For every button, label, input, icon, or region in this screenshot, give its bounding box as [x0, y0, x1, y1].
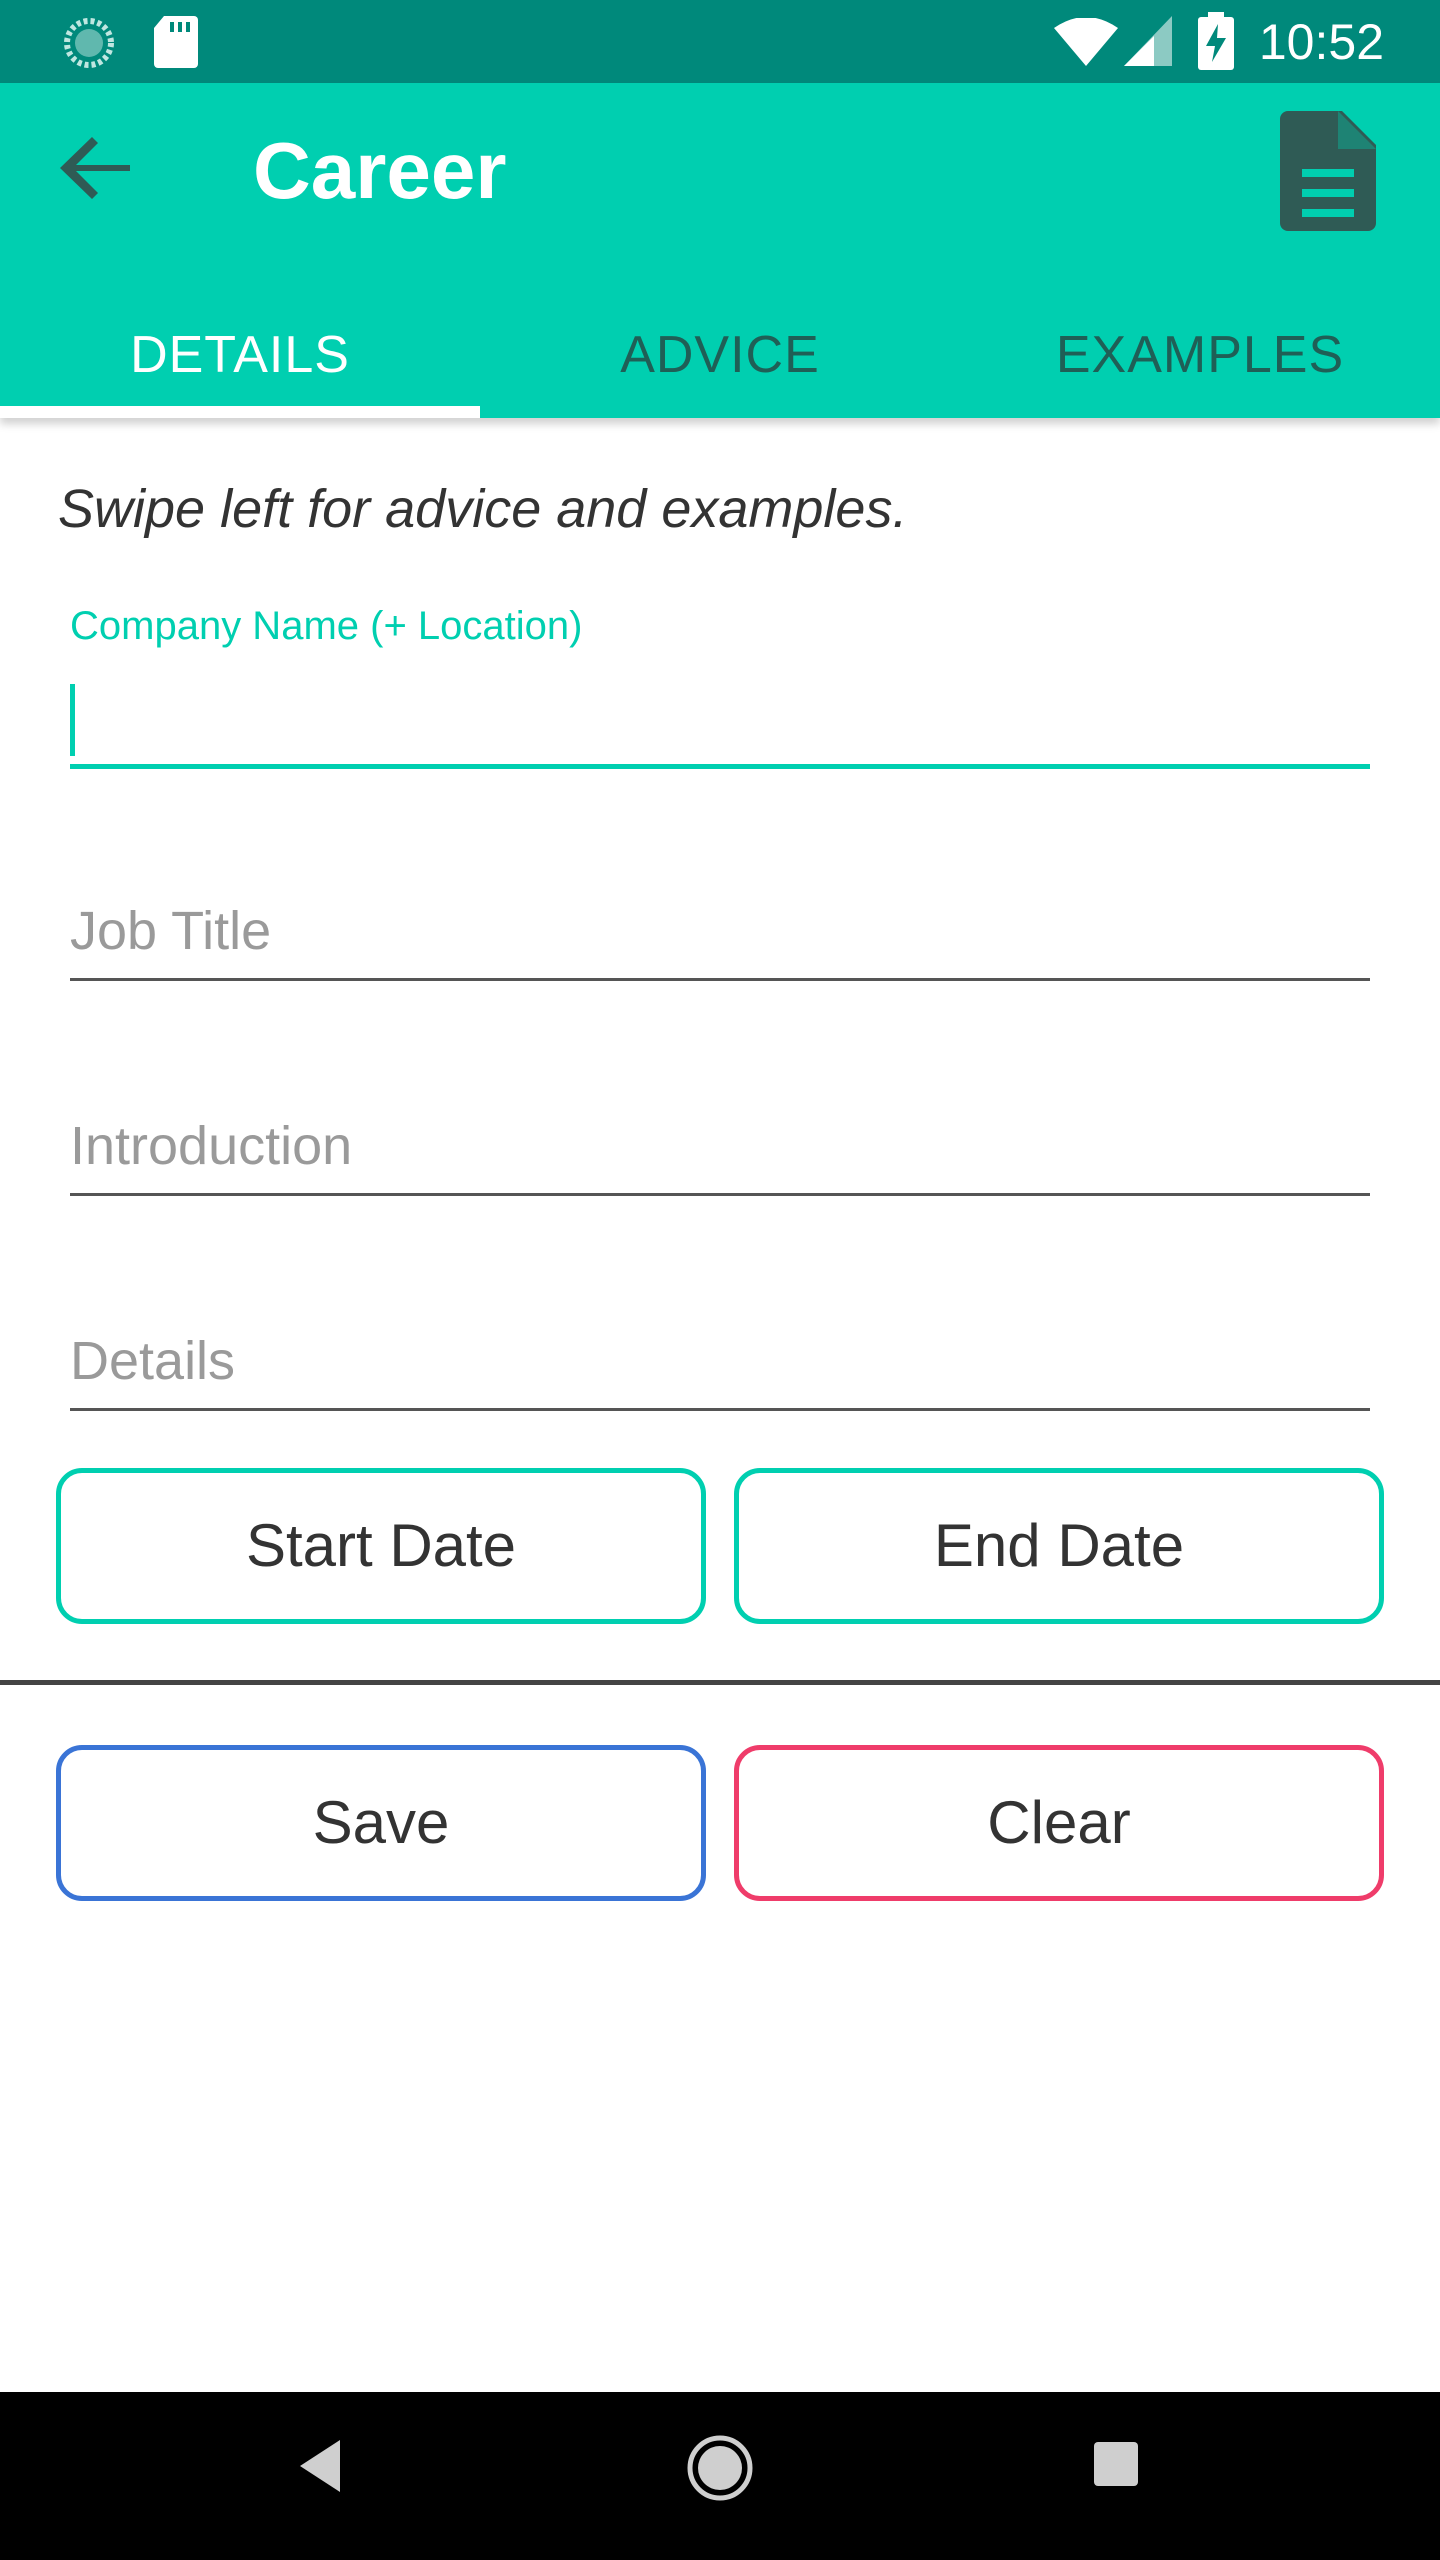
job-title-field[interactable]: Job Title: [70, 890, 1370, 990]
battery-charging-icon: [1198, 12, 1234, 75]
job-title-underline: [70, 978, 1370, 981]
back-button[interactable]: [52, 123, 142, 213]
app-bar: Career DETAILS ADVICE EXAMPLES: [0, 83, 1440, 418]
recents-square-icon[interactable]: [1094, 2442, 1138, 2491]
swipe-hint: Swipe left for advice and examples.: [58, 479, 908, 539]
introduction-placeholder: Introduction: [70, 1116, 353, 1176]
job-title-placeholder: Job Title: [70, 901, 272, 961]
section-divider: [0, 1680, 1440, 1685]
introduction-field[interactable]: Introduction: [70, 1105, 1370, 1205]
document-button[interactable]: [1280, 111, 1376, 231]
document-icon: [1280, 111, 1376, 235]
introduction-underline: [70, 1193, 1370, 1196]
tab-details[interactable]: DETAILS: [0, 293, 480, 418]
status-time: 10:52: [1258, 14, 1384, 70]
company-name-field[interactable]: Company Name (+ Location): [70, 604, 1370, 772]
system-nav-bar: [0, 2392, 1440, 2560]
company-name-label: Company Name (+ Location): [70, 604, 583, 648]
save-button[interactable]: Save: [56, 1745, 706, 1901]
start-date-button[interactable]: Start Date: [56, 1468, 706, 1624]
sync-status-icon: [62, 16, 116, 75]
tab-examples[interactable]: EXAMPLES: [960, 293, 1440, 418]
company-name-underline: [70, 764, 1370, 769]
tab-advice[interactable]: ADVICE: [480, 293, 960, 418]
page-title: Career: [253, 126, 507, 215]
details-placeholder: Details: [70, 1331, 236, 1391]
signal-icon: [1124, 16, 1172, 71]
back-triangle-icon[interactable]: [296, 2436, 346, 2501]
details-underline: [70, 1408, 1370, 1411]
text-cursor: [70, 684, 75, 756]
clear-button[interactable]: Clear: [734, 1745, 1384, 1901]
home-circle-icon[interactable]: [684, 2432, 756, 2509]
details-field[interactable]: Details: [70, 1320, 1370, 1420]
tab-bar: DETAILS ADVICE EXAMPLES: [0, 293, 1440, 418]
wifi-icon: [1054, 17, 1118, 71]
end-date-button[interactable]: End Date: [734, 1468, 1384, 1624]
arrow-back-icon: [52, 137, 142, 217]
status-bar: 10:52: [0, 0, 1440, 83]
sd-card-icon: [154, 16, 198, 73]
